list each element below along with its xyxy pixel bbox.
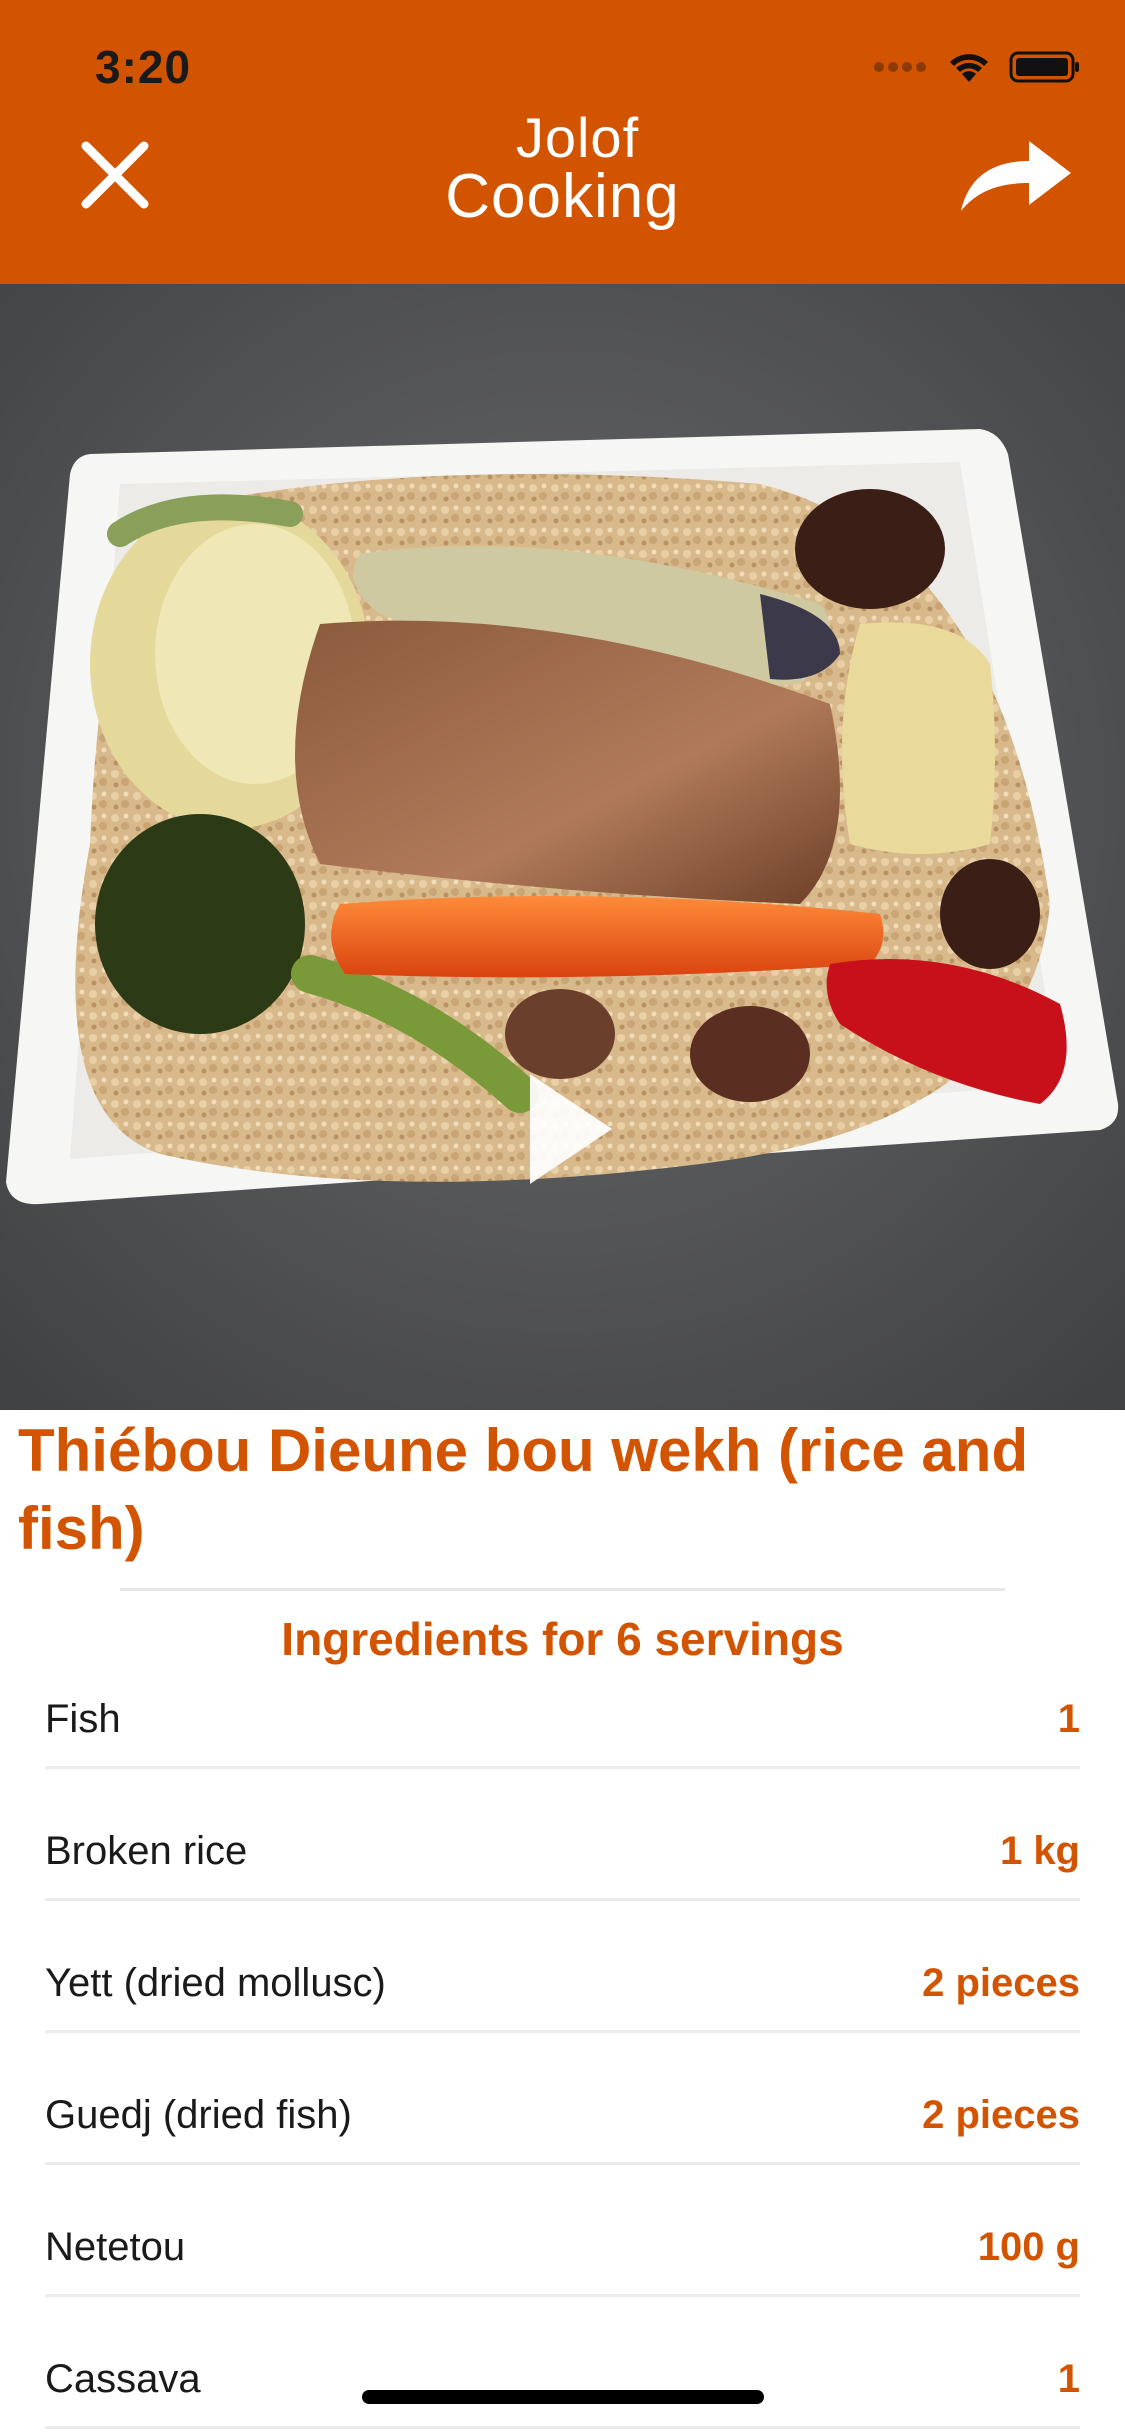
ingredient-row: Cassava 1 bbox=[45, 2297, 1080, 2429]
divider bbox=[120, 1588, 1005, 1591]
share-button[interactable] bbox=[945, 125, 1085, 225]
recipe-title: Thiébou Dieune bou wekh (rice and fish) bbox=[18, 1417, 1029, 1562]
ingredient-quantity: 100 g bbox=[977, 2225, 1080, 2269]
play-icon bbox=[530, 1074, 612, 1184]
ingredient-quantity: 1 bbox=[1057, 2357, 1080, 2401]
signal-dots-icon bbox=[874, 62, 926, 72]
ingredient-name: Yett (dried mollusc) bbox=[45, 1961, 386, 2005]
ingredient-quantity: 1 kg bbox=[999, 1829, 1080, 1873]
dish-image bbox=[0, 284, 1125, 1410]
ingredient-row: Broken rice 1 kg bbox=[45, 1769, 1080, 1901]
battery-icon bbox=[1009, 51, 1079, 83]
ingredient-row: Guedj (dried fish) 2 pieces bbox=[45, 2033, 1080, 2165]
home-indicator[interactable] bbox=[362, 2390, 764, 2404]
ingredient-row: Fish 1 bbox=[45, 1685, 1080, 1769]
status-icons bbox=[873, 50, 1081, 84]
recipe-screen: 3:20 Jolof Cooking Thiébou Dieune bou we… bbox=[0, 0, 1125, 2436]
ingredient-name: Fish bbox=[45, 1697, 121, 1741]
status-time: 3:20 bbox=[95, 41, 192, 93]
ingredient-name: Guedj (dried fish) bbox=[45, 2093, 352, 2137]
ingredient-list: Fish 1 Broken rice 1 kg Yett (dried moll… bbox=[45, 1685, 1080, 2429]
recipe-photo[interactable] bbox=[0, 284, 1125, 1410]
ingredient-row: Netetou 100 g bbox=[45, 2165, 1080, 2297]
ingredient-name: Broken rice bbox=[45, 1829, 248, 1873]
header-bar: 3:20 Jolof Cooking bbox=[0, 0, 1125, 284]
ingredient-quantity: 1 bbox=[1057, 1697, 1080, 1741]
wifi-icon bbox=[950, 54, 988, 82]
ingredient-quantity: 2 pieces bbox=[922, 1961, 1080, 2005]
play-button[interactable] bbox=[512, 1064, 622, 1194]
ingredient-quantity: 2 pieces bbox=[922, 2093, 1080, 2137]
ingredient-name: Cassava bbox=[45, 2357, 201, 2401]
share-arrow-icon bbox=[961, 141, 1071, 211]
ingredients-heading: Ingredients for 6 servings bbox=[281, 1613, 844, 1665]
ingredient-row: Yett (dried mollusc) 2 pieces bbox=[45, 1901, 1080, 2033]
ingredient-name: Netetou bbox=[45, 2225, 186, 2269]
